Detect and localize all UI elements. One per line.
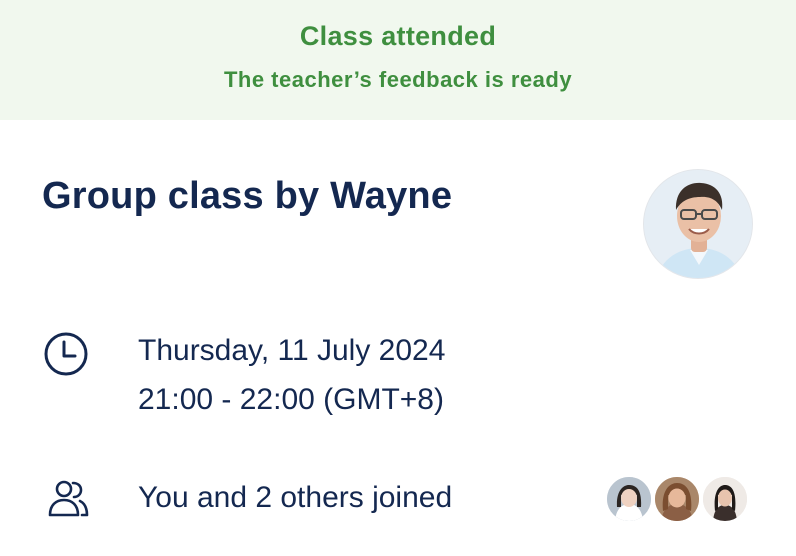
class-details-page: Class attended The teacher’s feedback is… (0, 0, 796, 556)
participant-photo (703, 477, 747, 521)
participant-avatar (653, 475, 701, 523)
class-title: Group class by Wayne (42, 175, 453, 217)
clock-icon (44, 332, 88, 376)
participant-avatar (701, 475, 749, 523)
banner-subtitle: The teacher’s feedback is ready (223, 67, 573, 92)
teacher-photo (644, 170, 752, 278)
participant-avatars[interactable] (605, 475, 755, 525)
participants-summary: You and 2 others joined (138, 481, 453, 514)
class-date: Thursday, 11 July 2024 (138, 334, 446, 367)
class-time: 21:00 - 22:00 (GMT+8) (138, 383, 444, 416)
people-icon (48, 480, 89, 517)
status-banner: Class attended The teacher’s feedback is… (0, 0, 796, 120)
banner-title: Class attended (299, 21, 497, 51)
participant-photo (607, 477, 651, 521)
teacher-avatar[interactable] (643, 169, 753, 279)
participant-avatar (605, 475, 653, 523)
participant-photo (655, 477, 699, 521)
